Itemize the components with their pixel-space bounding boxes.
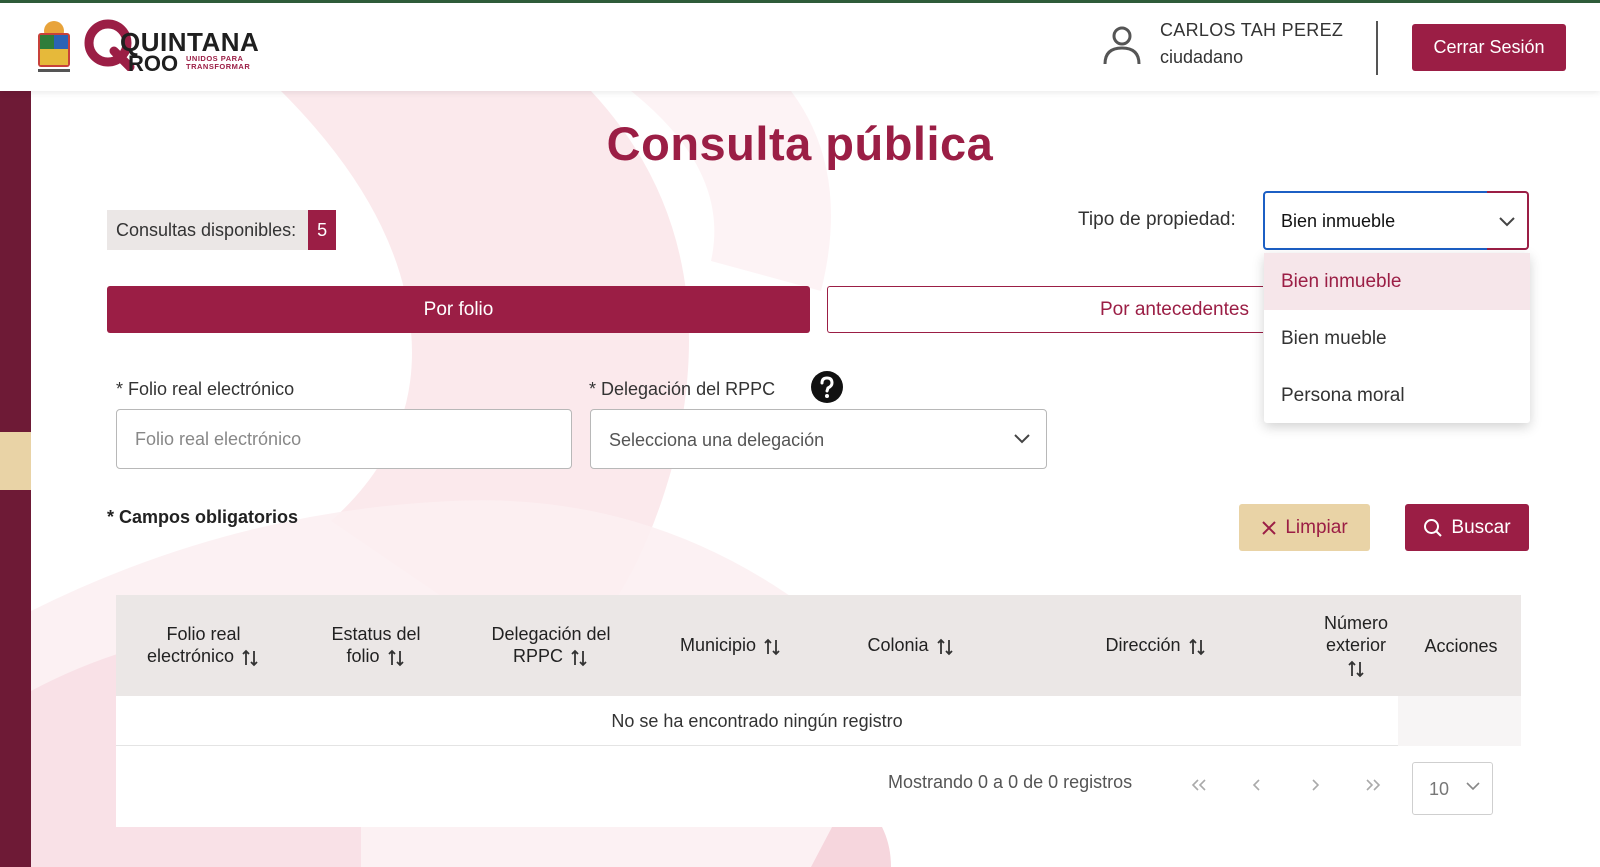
col-direccion[interactable]: Dirección — [1001, 595, 1311, 696]
chevron-down-icon — [1466, 782, 1480, 791]
quota-badge: Consultas disponibles: 5 — [107, 210, 337, 250]
property-option-bien-mueble[interactable]: Bien mueble — [1264, 310, 1530, 367]
property-type-toggle[interactable] — [1487, 191, 1529, 250]
quota-label: Consultas disponibles: — [107, 210, 309, 250]
property-type-label: Tipo de propiedad: — [1078, 209, 1236, 230]
col-estatus-folio[interactable]: Estatus del folio — [291, 595, 461, 696]
col-numero-exterior[interactable]: Número exterior — [1311, 595, 1401, 696]
double-chevron-right-icon — [1366, 779, 1381, 791]
brand-roo-text: ROO — [128, 51, 179, 76]
property-type-value: Bien inmueble — [1281, 211, 1396, 231]
brand-logo[interactable]: QUINTANA ROO UNIDOS PARA TRANSFORMAR — [34, 17, 259, 77]
last-page-button[interactable] — [1358, 770, 1388, 800]
col-municipio[interactable]: Municipio — [641, 595, 821, 696]
delegacion-label: * Delegación del RPPC — [589, 379, 776, 399]
page-size-value: 10 — [1429, 779, 1450, 799]
sort-icon — [764, 638, 780, 655]
tab-por-folio[interactable]: Por folio — [107, 286, 810, 333]
prev-page-button[interactable] — [1242, 770, 1272, 800]
main-content: Consulta pública Consultas disponibles: … — [0, 0, 1600, 867]
table-header: Folio real electrónico Estatus del folio D… — [116, 595, 1521, 696]
col-colonia[interactable]: Colonia — [821, 595, 1001, 696]
search-icon — [1424, 518, 1443, 537]
sort-icon — [571, 649, 587, 666]
user-icon — [1103, 26, 1141, 65]
empty-table-message: No se ha encontrado ningún registro — [116, 696, 1398, 746]
user-name: CARLOS TAH PEREZ — [1160, 20, 1344, 40]
logout-button[interactable]: Cerrar Sesión — [1412, 24, 1566, 71]
next-page-button[interactable] — [1300, 770, 1330, 800]
tab-por-antecedentes-label: Por antecedentes — [1100, 299, 1249, 320]
empty-actions-cell — [1398, 696, 1521, 746]
sort-icon — [1188, 638, 1205, 655]
header-divider — [1376, 21, 1378, 75]
folio-label: * Folio real electrónico — [116, 379, 295, 399]
property-option-bien-inmueble[interactable]: Bien inmueble — [1264, 253, 1530, 310]
chevron-right-icon — [1312, 779, 1320, 791]
chevron-down-icon — [1499, 216, 1515, 226]
clear-button-label: Limpiar — [1285, 516, 1348, 538]
help-icon[interactable] — [810, 370, 844, 404]
col-delegacion-rppc[interactable]: Delegación del RPPC — [461, 595, 641, 696]
sort-icon — [1348, 660, 1364, 677]
delegacion-select-value: Selecciona una delegación — [609, 430, 825, 450]
tab-por-antecedentes[interactable]: Por antecedentes — [827, 286, 1263, 333]
col-folio-real[interactable]: Folio real electrónico — [116, 595, 291, 696]
user-info: CARLOS TAH PEREZ ciudadano — [1100, 20, 1343, 68]
page-title: Consulta pública — [606, 117, 994, 170]
pagination-summary: Mostrando 0 a 0 de 0 registros — [888, 772, 1133, 792]
sort-icon — [387, 649, 404, 666]
brand-tagline: UNIDOS PARA TRANSFORMAR — [186, 54, 251, 71]
quota-count: 5 — [308, 210, 337, 250]
chevron-down-icon — [1014, 434, 1030, 444]
sort-icon — [936, 638, 953, 655]
state-crest-icon — [38, 21, 70, 72]
chevron-left-icon — [1252, 779, 1260, 791]
clear-button[interactable]: Limpiar — [1239, 504, 1370, 551]
app-header: QUINTANA ROO UNIDOS PARA TRANSFORMAR CAR… — [0, 3, 1600, 91]
folio-input[interactable] — [116, 409, 572, 469]
property-type-dropdown: Bien inmueble Bien mueble Persona moral — [1264, 253, 1530, 423]
search-button[interactable]: Buscar — [1405, 504, 1529, 551]
close-icon — [1262, 520, 1277, 535]
page-size-select[interactable]: 10 — [1412, 762, 1493, 815]
results-table: Folio real electrónico Estatus del folio D… — [116, 595, 1521, 827]
double-chevron-left-icon — [1191, 779, 1206, 791]
property-option-persona-moral[interactable]: Persona moral — [1264, 367, 1530, 424]
delegacion-select[interactable]: Selecciona una delegación — [590, 409, 1047, 469]
search-button-label: Buscar — [1451, 516, 1511, 538]
user-role: ciudadano — [1160, 47, 1244, 67]
sort-icon — [242, 649, 258, 666]
first-page-button[interactable] — [1184, 770, 1214, 800]
required-fields-note: * Campos obligatorios — [107, 507, 299, 527]
col-acciones: Acciones — [1424, 635, 1498, 656]
brand-wordmark: QUINTANA ROO UNIDOS PARA TRANSFORMAR — [84, 17, 259, 77]
